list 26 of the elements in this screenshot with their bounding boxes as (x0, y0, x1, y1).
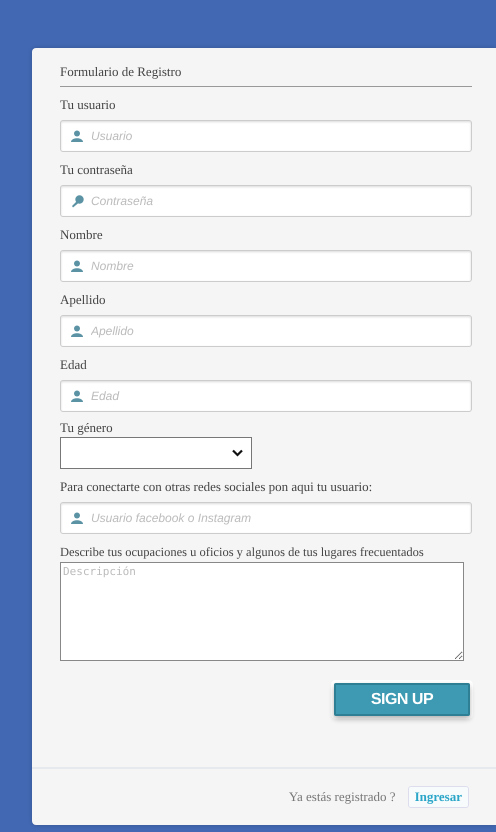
login-link[interactable]: Ingresar (408, 786, 469, 808)
field-label: Tu contraseña (60, 162, 134, 178)
user-icon (71, 325, 83, 337)
gender-select[interactable] (60, 437, 252, 469)
input-field[interactable]: Contraseña (60, 185, 472, 217)
field-label: Describe tus ocupaciones u oficios y algunos de tus lugares frecuentados (60, 545, 425, 560)
input-field[interactable]: Usuario facebook o Instagram (60, 502, 472, 534)
field-label: Tu usuario (60, 97, 117, 113)
input-field[interactable]: Nombre (60, 250, 472, 282)
field-label: Nombre (60, 227, 104, 243)
field-label: Edad (60, 357, 88, 373)
chevron-down-icon (232, 449, 243, 457)
user-icon (71, 512, 83, 524)
user-icon (71, 390, 83, 402)
sign-up-button[interactable]: SIGN UP (334, 683, 470, 716)
description-textarea[interactable]: Descripción (60, 562, 464, 661)
user-icon (71, 260, 83, 272)
field-label: Para conectarte con otras redes sociales pon aqui tu usuario: (60, 479, 374, 495)
input-field[interactable]: Usuario (60, 120, 472, 152)
field-label: Apellido (60, 292, 106, 308)
field-label: Tu género (60, 420, 114, 436)
key-icon (71, 195, 84, 208)
input-field[interactable]: Edad (60, 380, 472, 412)
form-title: Formulario de Registro (60, 64, 472, 87)
registered-question: Ya estás registrado ? (288, 789, 396, 805)
user-icon (71, 130, 83, 142)
